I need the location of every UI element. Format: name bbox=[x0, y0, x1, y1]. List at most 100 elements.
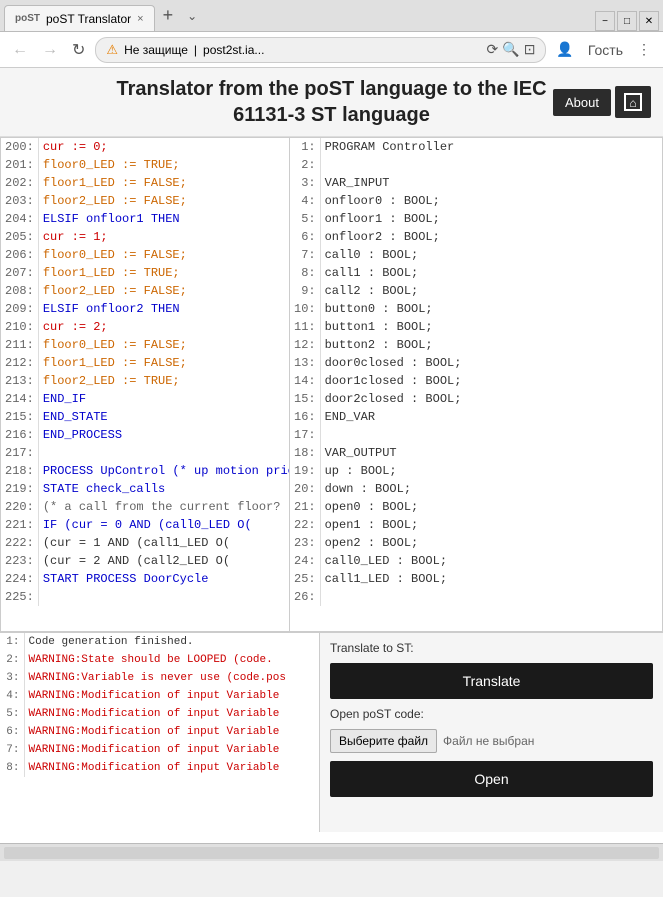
table-row: 214: END_IF bbox=[1, 390, 289, 408]
reload-btn[interactable]: ↻ bbox=[68, 38, 89, 62]
table-row: 224: START PROCESS DoorCycle bbox=[1, 570, 289, 588]
file-name-display: Файл не выбран bbox=[443, 734, 534, 748]
table-row: 203: floor2_LED := FALSE; bbox=[1, 192, 289, 210]
table-row: 2: bbox=[290, 156, 662, 174]
log-panel: 1:Code generation finished.2:WARNING:Sta… bbox=[0, 633, 320, 832]
table-row: 219: STATE check_calls bbox=[1, 480, 289, 498]
status-bar bbox=[0, 843, 663, 861]
file-chooser-row: Выберите файл Файл не выбран bbox=[330, 729, 653, 753]
table-row: 211: floor0_LED := FALSE; bbox=[1, 336, 289, 354]
table-row: 18:VAR_OUTPUT bbox=[290, 444, 662, 462]
browser-menu-icon[interactable]: ⋮ bbox=[633, 39, 655, 60]
address-input[interactable]: ⚠ Не защище | post2st.ia... ⟳ 🔍 ⊡ bbox=[95, 37, 546, 63]
table-row: 5: onfloor1 : BOOL; bbox=[290, 210, 662, 228]
translate-button[interactable]: Translate bbox=[330, 663, 653, 699]
new-tab-btn[interactable]: + bbox=[155, 5, 182, 26]
table-row: 207: floor1_LED := TRUE; bbox=[1, 264, 289, 282]
table-row: 26: bbox=[290, 588, 662, 606]
address-separator: | bbox=[194, 43, 197, 57]
table-row: 202: floor1_LED := FALSE; bbox=[1, 174, 289, 192]
open-button[interactable]: Open bbox=[330, 761, 653, 797]
left-code-scroll[interactable]: 200: cur := 0;201: floor0_LED := TRUE;20… bbox=[1, 138, 289, 631]
tab-title: poST Translator bbox=[46, 12, 131, 26]
address-not-secure: Не защище bbox=[124, 43, 188, 57]
list-item: 1:Code generation finished. bbox=[0, 633, 319, 651]
list-item: 3:WARNING:Variable is never use (code.po… bbox=[0, 669, 319, 687]
list-item: 6:WARNING:Modification of input Variable bbox=[0, 723, 319, 741]
list-item: 2:WARNING:State should be LOOPED (code. bbox=[0, 651, 319, 669]
translate-to-st-label: Translate to ST: bbox=[330, 641, 653, 655]
table-row: 220: (* a call from the current floor? bbox=[1, 498, 289, 516]
tab-favicon: poST bbox=[15, 13, 40, 24]
table-row: 14: door1closed : BOOL; bbox=[290, 372, 662, 390]
list-item: 8:WARNING:Modification of input Variable bbox=[0, 759, 319, 777]
table-row: 19: up : BOOL; bbox=[290, 462, 662, 480]
guest-label: Гость bbox=[584, 40, 627, 60]
address-bar: ← → ↻ ⚠ Не защище | post2st.ia... ⟳ 🔍 ⊡ … bbox=[0, 32, 663, 68]
about-button[interactable]: About bbox=[553, 89, 611, 116]
table-row: 221: IF (cur = 0 AND (call0_LED O( bbox=[1, 516, 289, 534]
find-icon[interactable]: 🔍 bbox=[502, 41, 519, 58]
table-row: 204: ELSIF onfloor1 THEN bbox=[1, 210, 289, 228]
table-row: 8: call1 : BOOL; bbox=[290, 264, 662, 282]
bottom-area: 1:Code generation finished.2:WARNING:Sta… bbox=[0, 632, 663, 832]
table-row: 15: door2closed : BOOL; bbox=[290, 390, 662, 408]
right-code-scroll[interactable]: 1:PROGRAM Controller2:3:VAR_INPUT4: onfl… bbox=[290, 138, 662, 631]
right-code-table: 1:PROGRAM Controller2:3:VAR_INPUT4: onfl… bbox=[290, 138, 662, 606]
app-header: Translator from the poST language to the… bbox=[0, 68, 663, 137]
logo-button[interactable]: ⌂ bbox=[615, 86, 651, 118]
table-row: 23: open2 : BOOL; bbox=[290, 534, 662, 552]
table-row: 12: button2 : BOOL; bbox=[290, 336, 662, 354]
table-row: 9: call2 : BOOL; bbox=[290, 282, 662, 300]
table-row: 21: open0 : BOOL; bbox=[290, 498, 662, 516]
table-row: 22: open1 : BOOL; bbox=[290, 516, 662, 534]
table-row: 1:PROGRAM Controller bbox=[290, 138, 662, 156]
table-row: 16:END_VAR bbox=[290, 408, 662, 426]
forward-btn[interactable]: → bbox=[38, 39, 62, 61]
table-row: 17: bbox=[290, 426, 662, 444]
table-row: 201: floor0_LED := TRUE; bbox=[1, 156, 289, 174]
right-control-panel: Translate to ST: Translate Open poST cod… bbox=[320, 633, 663, 832]
table-row: 206: floor0_LED := FALSE; bbox=[1, 246, 289, 264]
list-item: 5:WARNING:Modification of input Variable bbox=[0, 705, 319, 723]
table-row: 6: onfloor2 : BOOL; bbox=[290, 228, 662, 246]
table-row: 4: onfloor0 : BOOL; bbox=[290, 192, 662, 210]
logo-icon: ⌂ bbox=[623, 92, 643, 112]
close-btn[interactable]: ✕ bbox=[639, 11, 659, 31]
table-row: 24: call0_LED : BOOL; bbox=[290, 552, 662, 570]
table-row: 10: button0 : BOOL; bbox=[290, 300, 662, 318]
table-row: 216:END_PROCESS bbox=[1, 426, 289, 444]
back-btn[interactable]: ← bbox=[8, 39, 32, 61]
table-row: 25: call1_LED : BOOL; bbox=[290, 570, 662, 588]
table-row: 7: call0 : BOOL; bbox=[290, 246, 662, 264]
minimize-btn[interactable]: − bbox=[595, 11, 615, 31]
tab-menu-btn[interactable]: ⌄ bbox=[181, 9, 203, 23]
status-scrollbar[interactable] bbox=[4, 847, 659, 859]
profile-icon[interactable]: 👤 bbox=[552, 39, 577, 60]
active-tab[interactable]: poST poST Translator × bbox=[4, 5, 155, 31]
header-buttons: About ⌂ bbox=[553, 86, 651, 118]
open-post-label: Open poST code: bbox=[330, 707, 653, 721]
table-row: 222: (cur = 1 AND (call1_LED O( bbox=[1, 534, 289, 552]
right-code-panel: 1:PROGRAM Controller2:3:VAR_INPUT4: onfl… bbox=[290, 137, 663, 632]
table-row: 209: ELSIF onfloor2 THEN bbox=[1, 300, 289, 318]
maximize-btn[interactable]: □ bbox=[617, 11, 637, 31]
table-row: 225: bbox=[1, 588, 289, 606]
choose-file-button[interactable]: Выберите файл bbox=[330, 729, 437, 753]
table-row: 13: door0closed : BOOL; bbox=[290, 354, 662, 372]
address-url: post2st.ia... bbox=[203, 43, 264, 57]
table-row: 3:VAR_INPUT bbox=[290, 174, 662, 192]
translate-page-icon[interactable]: ⟳ bbox=[487, 41, 499, 58]
app-container: Translator from the poST language to the… bbox=[0, 68, 663, 843]
list-item: 4:WARNING:Modification of input Variable bbox=[0, 687, 319, 705]
left-code-panel: 200: cur := 0;201: floor0_LED := TRUE;20… bbox=[0, 137, 290, 632]
table-row: 200: cur := 0; bbox=[1, 138, 289, 156]
list-item: 7:WARNING:Modification of input Variable bbox=[0, 741, 319, 759]
window-controls: − □ ✕ bbox=[595, 11, 659, 31]
table-row: 218:PROCESS UpControl (* up motion prior… bbox=[1, 462, 289, 480]
table-row: 205: cur := 1; bbox=[1, 228, 289, 246]
log-table: 1:Code generation finished.2:WARNING:Sta… bbox=[0, 633, 319, 777]
tab-search-icon[interactable]: ⊡ bbox=[524, 41, 536, 58]
table-row: 11: button1 : BOOL; bbox=[290, 318, 662, 336]
tab-close-btn[interactable]: × bbox=[137, 13, 143, 25]
